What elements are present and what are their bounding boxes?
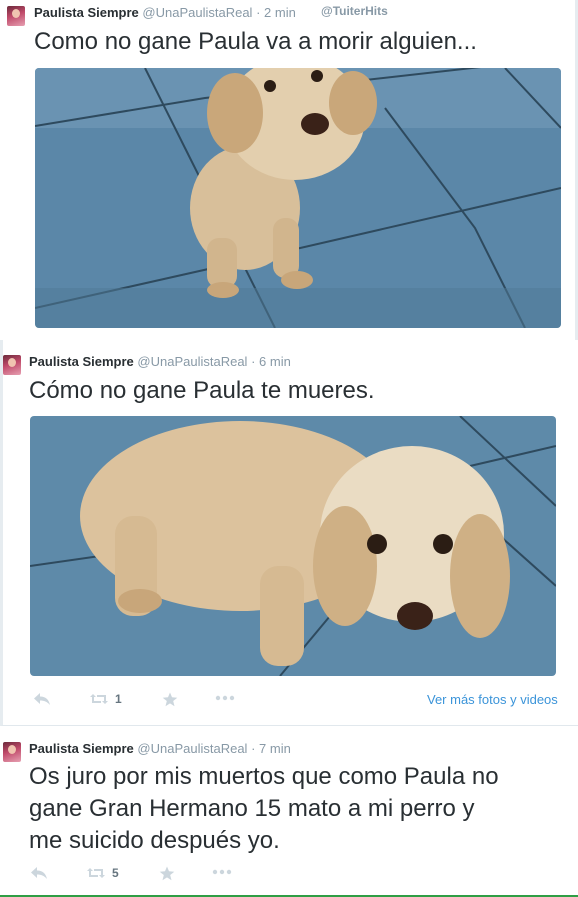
reply-button[interactable] (33, 692, 51, 706)
timestamp[interactable]: 2 min (264, 5, 296, 20)
timestamp[interactable]: 7 min (259, 741, 291, 756)
separator: · (251, 741, 256, 756)
tweet-header: Paulista Siempre @UnaPaulistaReal · 7 mi… (29, 741, 291, 756)
retweet-count: 1 (115, 692, 122, 706)
author-handle[interactable]: @UnaPaulistaReal (137, 741, 247, 756)
retweet-icon (90, 694, 108, 704)
tweet-text: Os juro por mis muertos que como Paula n… (29, 761, 499, 857)
separator: · (256, 5, 261, 20)
reply-button[interactable] (30, 866, 48, 880)
reply-icon (34, 693, 50, 705)
retweet-button[interactable]: 1 (89, 692, 122, 706)
reply-icon (31, 867, 47, 879)
author-name[interactable]: Paulista Siempre (29, 354, 134, 369)
tweet-text-line: me suicido después yo. (29, 827, 280, 854)
more-button[interactable] (212, 869, 232, 875)
author-handle[interactable]: @UnaPaulistaReal (142, 5, 252, 20)
author-name[interactable]: Paulista Siempre (34, 5, 139, 20)
tweet-text: Cómo no gane Paula te mueres. (29, 377, 375, 404)
watermark: @TuiterHits (321, 4, 388, 18)
tweet-photo[interactable] (35, 68, 561, 328)
tweet-text: Como no gane Paula va a morir alguien... (34, 28, 477, 55)
tweet-header: Paulista Siempre @UnaPaulistaReal · 2 mi… (34, 5, 296, 20)
retweet-icon (87, 868, 105, 878)
tweet-photo[interactable] (30, 416, 556, 676)
tweet-3: Paulista Siempre @UnaPaulistaReal · 7 mi… (0, 727, 578, 897)
author-name[interactable]: Paulista Siempre (29, 741, 134, 756)
tweet-2: Paulista Siempre @UnaPaulistaReal · 6 mi… (0, 340, 578, 726)
tweet-text-line: Os juro por mis muertos que como Paula n… (29, 763, 499, 790)
more-dots-icon (215, 695, 235, 701)
tweet-actions: 1 Ver más fotos y videos (31, 692, 561, 712)
tweet-1: Paulista Siempre @UnaPaulistaReal · 2 mi… (0, 0, 578, 340)
avatar[interactable] (3, 742, 21, 762)
tweet-actions: 5 (28, 866, 558, 886)
avatar[interactable] (7, 6, 25, 26)
retweet-button[interactable]: 5 (86, 866, 119, 880)
author-handle[interactable]: @UnaPaulistaReal (137, 354, 247, 369)
favorite-button[interactable] (162, 692, 178, 707)
more-dots-icon (212, 869, 232, 875)
avatar[interactable] (3, 355, 21, 375)
tweet-header: Paulista Siempre @UnaPaulistaReal · 6 mi… (29, 354, 291, 369)
timestamp[interactable]: 6 min (259, 354, 291, 369)
separator: · (251, 354, 256, 369)
more-button[interactable] (215, 695, 235, 701)
more-media-link[interactable]: Ver más fotos y videos (427, 692, 558, 707)
star-icon (159, 866, 175, 881)
tweet-text-line: gane Gran Hermano 15 mato a mi perro y (29, 795, 475, 822)
favorite-button[interactable] (159, 866, 175, 881)
retweet-count: 5 (112, 866, 119, 880)
star-icon (162, 692, 178, 707)
